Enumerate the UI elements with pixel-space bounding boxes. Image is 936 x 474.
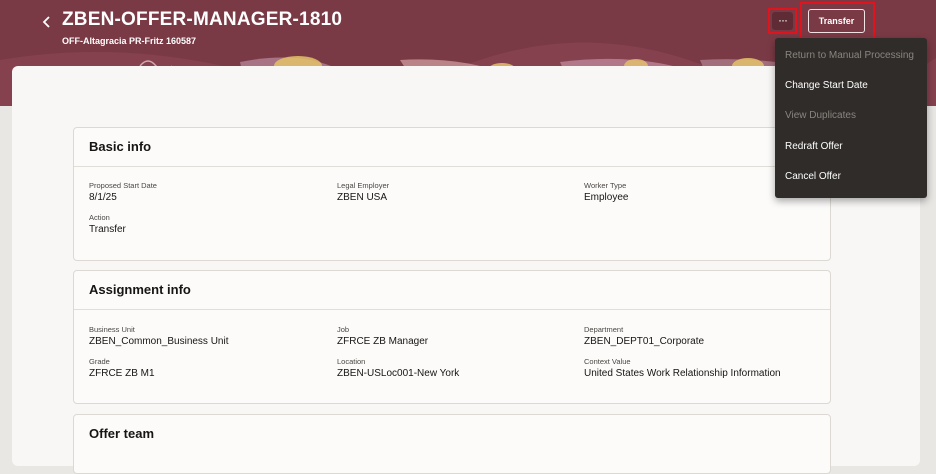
offer-team-title: Offer team [89,426,155,441]
location-label: Location [337,357,366,366]
grade-field: Grade ZFRCE ZB M1 [89,357,155,380]
chevron-left-icon [42,16,50,28]
more-actions-icon: ··· [778,13,788,27]
transfer-button[interactable]: Transfer [808,9,865,33]
action-field: Action Transfer [89,213,126,236]
context-value-label: Context Value [584,357,631,366]
assignment-info-title: Assignment info [74,271,830,310]
proposed-start-date-label: Proposed Start Date [89,181,157,190]
legal-employer-value: ZBEN USA [337,192,388,203]
business-unit-field: Business Unit ZBEN_Common_Business Unit [89,325,229,348]
legal-employer-field: Legal Employer ZBEN USA [337,181,389,204]
grade-value: ZFRCE ZB M1 [89,368,155,379]
menu-item-redraft-offer[interactable]: Redraft Offer [785,141,843,152]
page-subtitle: OFF-Altagracia PR-Fritz 160587 [62,36,197,46]
grade-label: Grade [89,357,110,366]
proposed-start-date-value: 8/1/25 [89,192,117,203]
worker-type-value: Employee [584,192,629,203]
worker-type-label: Worker Type [584,181,627,190]
more-actions-highlight: ··· [768,8,797,34]
menu-item-change-start-date[interactable]: Change Start Date [785,80,868,91]
job-label: Job [337,325,350,334]
department-label: Department [584,325,624,334]
job-value: ZFRCE ZB Manager [337,336,429,347]
basic-info-title: Basic info [74,128,830,167]
business-unit-label: Business Unit [89,325,135,334]
action-label: Action [89,213,110,222]
actions-menu: Return to Manual Processing Change Start… [775,38,927,198]
location-field: Location ZBEN-USLoc001-New York [337,357,459,380]
department-value: ZBEN_DEPT01_Corporate [584,336,705,347]
worker-type-field: Worker Type Employee [584,181,628,204]
more-actions-button[interactable]: ··· [772,12,793,30]
business-unit-value: ZBEN_Common_Business Unit [89,336,229,347]
department-field: Department ZBEN_DEPT01_Corporate [584,325,704,348]
context-value-value: United States Work Relationship Informat… [584,368,781,379]
action-value: Transfer [89,224,126,235]
transfer-highlight: Transfer [800,2,875,39]
assignment-info-panel: Assignment info Business Unit ZBEN_Commo… [73,270,831,404]
basic-info-panel: Basic info Proposed Start Date 8/1/25 Le… [73,127,831,261]
proposed-start-date-field: Proposed Start Date 8/1/25 [89,181,157,204]
context-value-field: Context Value United States Work Relatio… [584,357,781,380]
offer-team-panel: Offer team [73,414,831,474]
job-field: Job ZFRCE ZB Manager [337,325,428,348]
page-title: ZBEN-OFFER-MANAGER-1810 [62,9,343,30]
menu-item-return-to-manual-processing[interactable]: Return to Manual Processing [785,50,914,61]
legal-employer-label: Legal Employer [337,181,390,190]
back-button[interactable] [38,12,56,32]
menu-item-cancel-offer[interactable]: Cancel Offer [785,171,841,182]
location-value: ZBEN-USLoc001-New York [337,368,460,379]
menu-item-view-duplicates[interactable]: View Duplicates [785,110,856,121]
